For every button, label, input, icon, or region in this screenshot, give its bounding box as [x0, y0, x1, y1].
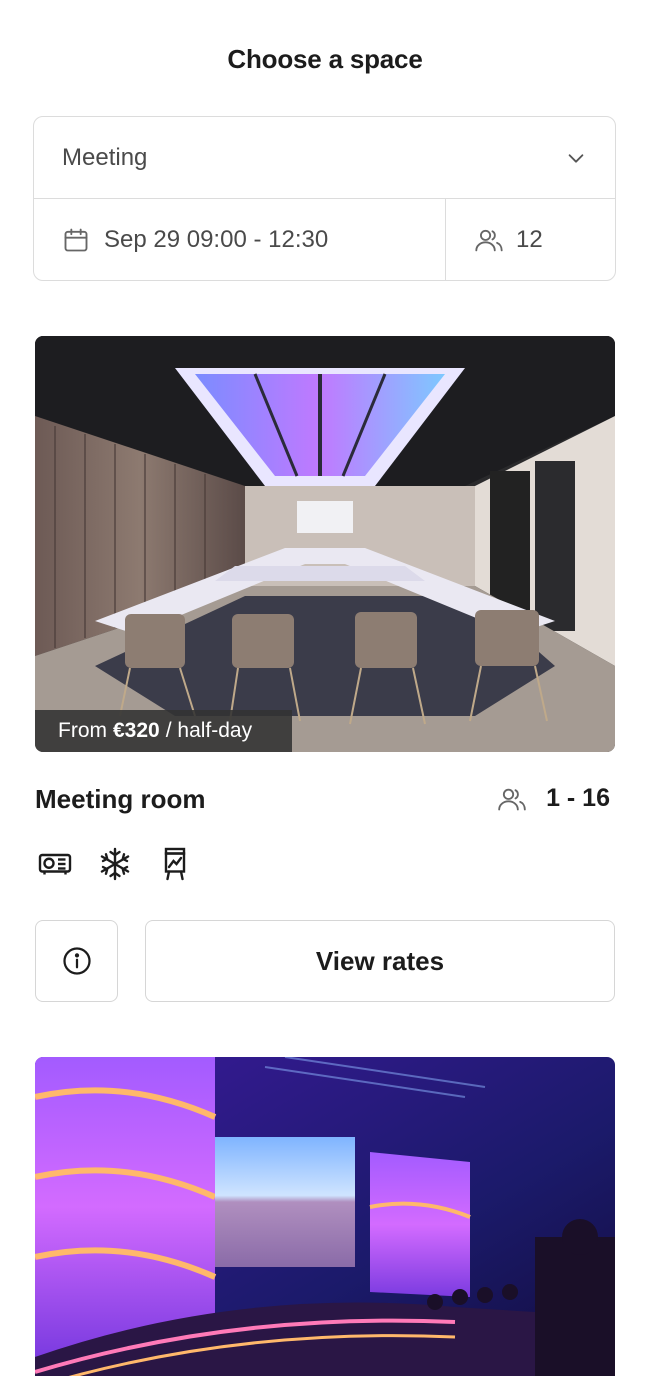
price-badge: From €320 / half-day [35, 710, 292, 752]
calendar-icon [64, 228, 88, 252]
people-icon [498, 788, 526, 810]
search-filter-panel: Meeting Sep 29 09:00 - 12:30 12 [33, 116, 616, 281]
space-info-button[interactable] [35, 920, 118, 1002]
event-type-dropdown[interactable]: Meeting [34, 117, 615, 199]
date-time-value: Sep 29 09:00 - 12:30 [104, 226, 329, 253]
capacity-range: 1 - 16 [546, 784, 610, 812]
info-icon [62, 947, 91, 975]
event-hall-photo[interactable] [35, 1057, 615, 1376]
price-amount: €320 [113, 719, 160, 742]
space-capacity: 1 - 16 [496, 784, 610, 813]
flipchart-icon [157, 846, 193, 882]
event-type-value: Meeting [62, 143, 148, 171]
chevron-down-icon [568, 153, 584, 163]
meeting-room-photo[interactable]: From €320 / half-day [35, 336, 615, 752]
guest-count-field[interactable]: 12 [446, 199, 615, 280]
guest-count-value: 12 [516, 226, 543, 253]
event-hall-illustration [35, 1057, 615, 1376]
space-name: Meeting room [35, 784, 206, 814]
people-icon [475, 229, 503, 252]
view-rates-button[interactable]: View rates [145, 920, 615, 1002]
page-title: Choose a space [227, 44, 423, 74]
price-unit: / half-day [165, 719, 253, 742]
price-prefix: From [58, 719, 107, 742]
amenity-list [37, 846, 193, 882]
projector-icon [37, 846, 73, 882]
date-time-field[interactable]: Sep 29 09:00 - 12:30 [34, 199, 446, 280]
snowflake-icon [97, 846, 133, 882]
meeting-room-illustration [35, 336, 615, 752]
